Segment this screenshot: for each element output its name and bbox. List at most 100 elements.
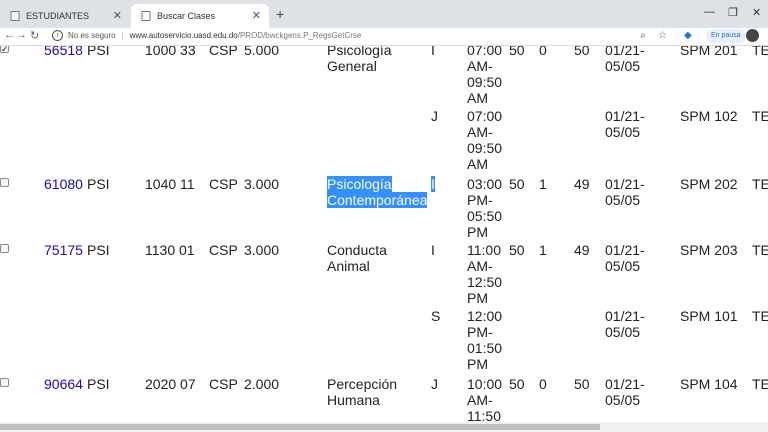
tab-estudiantes[interactable]: ESTUDIANTES ✕ (0, 4, 130, 28)
meeting-time: 12:00 (467, 308, 503, 324)
meeting-day: I (431, 46, 435, 58)
crn-link[interactable]: 75175 (44, 242, 83, 258)
course-section: 1000 33 (145, 46, 196, 58)
meeting-time: AM- (467, 58, 493, 74)
meeting-time: AM- (467, 124, 493, 140)
url-host: www.autoservicio.uasd.edu.do (129, 31, 238, 40)
date-range: 01/21- (605, 376, 645, 392)
course-title: Psicología (327, 176, 392, 192)
credits: 5.000 (244, 46, 280, 58)
profile-avatar[interactable] (746, 29, 759, 42)
page-icon (141, 11, 151, 21)
meeting-time: PM (467, 224, 488, 240)
close-icon[interactable]: ✕ (113, 9, 122, 22)
close-window-icon[interactable]: ✕ (752, 6, 761, 19)
instructor-cell: TE (752, 108, 768, 124)
tab-buscar-clases[interactable]: Buscar Clases ✕ (131, 4, 269, 28)
meeting-time: 11:00 (467, 242, 501, 258)
dropbox-icon[interactable]: ◆ (684, 30, 692, 41)
actual-enrolled: 1 (539, 176, 547, 192)
page-icon (10, 11, 20, 21)
tab-strip: ESTUDIANTES ✕ Buscar Clases ✕ + — ❐ ✕ (0, 0, 768, 28)
actual-enrolled: 1 (539, 242, 547, 258)
bookmark-star-icon[interactable]: ☆ (658, 30, 667, 41)
meeting-time: 12:50 (467, 274, 503, 290)
classroom: SPM 104 (680, 376, 738, 392)
capacity: 50 (509, 242, 525, 258)
date-range: 01/21- (605, 176, 645, 192)
reload-icon[interactable]: ↻ (30, 29, 39, 42)
address-bar[interactable]: i No es seguro | www.autoservicio.uasd.e… (52, 28, 361, 43)
date-range: 05/05 (605, 258, 641, 274)
campus: CSP (209, 176, 238, 192)
meeting-day: J (431, 108, 438, 124)
meeting-time: 03:00 (467, 176, 503, 192)
actual-enrolled: 0 (539, 46, 547, 58)
course-section: 1040 11 (145, 176, 195, 192)
campus: CSP (209, 46, 238, 58)
close-icon[interactable]: ✕ (252, 9, 261, 22)
restore-icon[interactable]: ❐ (728, 6, 738, 19)
back-icon[interactable]: ← (4, 29, 15, 41)
meeting-time: 07:00 (467, 108, 503, 124)
course-title: Contemporánea (327, 192, 428, 208)
actual-enrolled: 0 (539, 376, 547, 392)
subject-code: PSI (87, 46, 110, 58)
instructor-cell: TE (752, 176, 768, 192)
course-title: Psicología (327, 46, 392, 58)
crn-link[interactable]: 56518 (44, 46, 83, 58)
date-range: 01/21- (605, 108, 645, 124)
course-title: General (327, 58, 377, 74)
address-toolbar: ← → ↻ i No es seguro | www.autoservicio.… (0, 28, 768, 46)
meeting-day: I (431, 176, 435, 192)
select-checkbox[interactable] (0, 378, 9, 387)
meeting-time: 05:50 (467, 208, 503, 224)
new-tab-icon[interactable]: + (276, 6, 284, 22)
minimize-icon[interactable]: — (704, 6, 715, 18)
meeting-time: 01:50 (467, 340, 503, 356)
tab-title: ESTUDIANTES (26, 11, 90, 21)
select-checkbox[interactable] (0, 244, 9, 253)
meeting-time: PM- (467, 192, 493, 208)
date-range: 01/21- (605, 308, 645, 324)
campus: CSP (209, 376, 238, 392)
select-checkbox[interactable]: ✓ (0, 46, 9, 54)
meeting-day: S (431, 308, 441, 324)
crn-link[interactable]: 61080 (44, 176, 83, 192)
security-status: No es seguro (68, 31, 116, 40)
capacity: 50 (509, 176, 525, 192)
meeting-time: 11:50 (467, 408, 501, 422)
crn-link[interactable]: 90664 (44, 376, 83, 392)
instructor-cell: TE (752, 308, 768, 324)
capacity: 50 (509, 46, 525, 58)
instructor-cell: TE (752, 46, 768, 58)
date-range: 05/05 (605, 192, 641, 208)
tab-title: Buscar Clases (157, 11, 216, 21)
remaining-seats: 49 (574, 176, 590, 192)
meeting-time: 10:00 (467, 376, 503, 392)
campus: CSP (209, 242, 238, 258)
forward-icon[interactable]: → (16, 29, 27, 41)
select-checkbox[interactable] (0, 178, 9, 187)
credits: 3.000 (244, 242, 280, 258)
subject-code: PSI (87, 176, 110, 192)
info-icon[interactable]: i (52, 30, 63, 41)
classroom: SPM 102 (680, 108, 738, 124)
horizontal-scrollbar[interactable] (0, 422, 768, 432)
meeting-time: PM- (467, 324, 493, 340)
class-results-table: ✓ 56518 PSI 1000 33 CSP 5.000 Psicología Genera… (0, 46, 768, 422)
meeting-time: AM- (467, 258, 493, 274)
instructor-cell: TE (752, 242, 768, 258)
zoom-icon[interactable]: ⌕ (640, 30, 646, 41)
meeting-time: PM (467, 356, 488, 372)
subject-code: PSI (87, 376, 110, 392)
classroom: SPM 203 (680, 242, 738, 258)
date-range: 05/05 (605, 324, 641, 340)
remaining-seats: 50 (574, 376, 590, 392)
meeting-day: J (431, 376, 438, 392)
sync-paused-badge[interactable]: En pausa (706, 29, 746, 43)
url-separator: | (121, 31, 124, 40)
scrollbar-thumb[interactable] (0, 424, 600, 430)
date-range: 01/21- (605, 46, 645, 58)
meeting-time: AM (467, 156, 488, 172)
